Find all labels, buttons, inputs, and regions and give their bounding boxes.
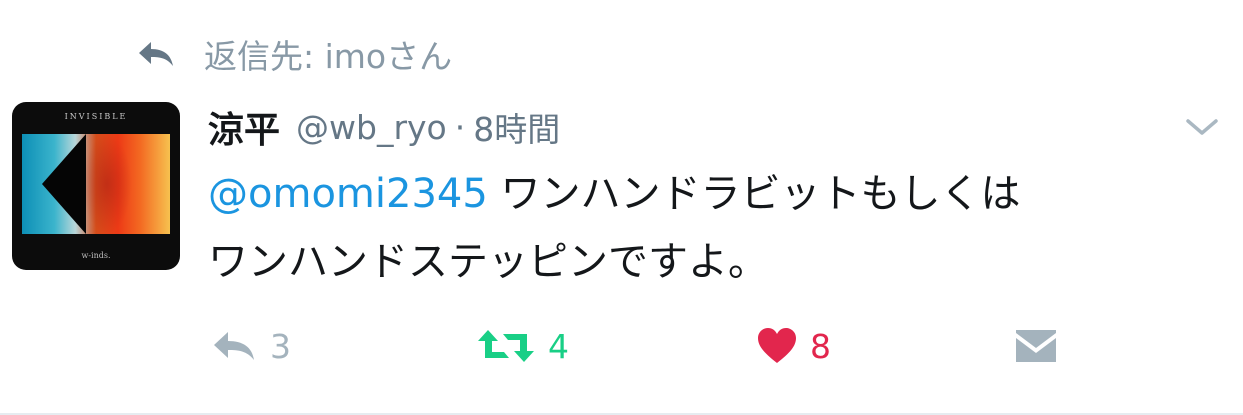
reply-count: 3 <box>270 326 291 366</box>
retweet-count: 4 <box>548 326 569 366</box>
like-count: 8 <box>810 326 831 366</box>
retweet-button[interactable]: 4 <box>476 320 569 372</box>
tweet-card[interactable]: 返信先: imoさん INVISIBLE w-inds. 涼平 @wb_ryo … <box>0 0 1243 415</box>
separator-dot: · <box>454 107 466 147</box>
heart-icon <box>756 327 798 365</box>
album-art <box>22 134 170 234</box>
mention-link[interactable]: @omomi2345 <box>208 171 488 217</box>
reply-arrow-icon <box>136 39 176 69</box>
display-name[interactable]: 涼平 <box>208 101 280 153</box>
tweet-text-line-1: @omomi2345 ワンハンドラビットもしくは <box>208 160 1218 228</box>
like-button[interactable]: 8 <box>756 320 831 372</box>
reply-context: 返信先: imoさん <box>136 32 452 76</box>
tweet-text: @omomi2345 ワンハンドラビットもしくは ワンハンドステッピンですよ。 <box>208 160 1218 296</box>
tweet-header: 涼平 @wb_ryo · 8時間 <box>208 100 560 154</box>
album-title-text: INVISIBLE <box>64 112 128 121</box>
reply-to-text[interactable]: 返信先: imoさん <box>204 30 452 78</box>
tweet-text-line-2: ワンハンドステッピンですよ。 <box>208 239 768 285</box>
action-bar: 3 4 8 <box>0 320 1243 372</box>
user-handle[interactable]: @wb_ryo <box>296 108 447 147</box>
avatar[interactable]: INVISIBLE w-inds. <box>12 102 180 270</box>
album-artist-text: w-inds. <box>81 251 111 260</box>
reply-button[interactable]: 3 <box>210 320 291 372</box>
tweet-text-line-1-rest: ワンハンドラビットもしくは <box>487 171 1021 217</box>
timestamp[interactable]: 8時間 <box>473 103 560 151</box>
direct-message-button[interactable] <box>1014 320 1058 372</box>
more-options-chevron-down-icon[interactable] <box>1182 112 1222 142</box>
reply-icon <box>210 329 258 363</box>
envelope-icon <box>1014 328 1058 364</box>
retweet-icon <box>476 328 536 364</box>
